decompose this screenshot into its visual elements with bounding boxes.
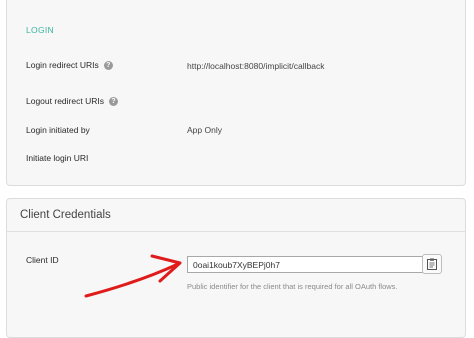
login-section-title: LOGIN — [26, 25, 54, 35]
login-panel: LOGIN Login redirect URIs ? http://local… — [6, 0, 466, 186]
login-initiated-by-value: App Only — [187, 125, 222, 135]
client-id-label: Client ID — [26, 255, 59, 265]
login-redirect-uris-text: Login redirect URIs — [26, 60, 99, 70]
login-redirect-uris-value: http://localhost:8080/implicit/callback — [187, 61, 325, 71]
help-icon[interactable]: ? — [103, 60, 113, 70]
initiate-login-uri-label: Initiate login URI — [26, 153, 88, 163]
clipboard-icon — [427, 258, 437, 270]
login-initiated-by-text: Login initiated by — [26, 125, 90, 135]
login-initiated-by-label: Login initiated by — [26, 125, 90, 135]
client-credentials-header: Client Credentials — [7, 199, 465, 232]
copy-client-id-button[interactable] — [422, 254, 442, 274]
client-credentials-panel: Client Credentials Client ID 0oai1koub7X… — [6, 198, 466, 338]
logout-redirect-uris-label: Logout redirect URIs ? — [26, 96, 118, 106]
logout-redirect-uris-text: Logout redirect URIs — [26, 96, 104, 106]
client-id-help-text: Public identifier for the client that is… — [187, 282, 398, 291]
client-credentials-title: Client Credentials — [20, 209, 111, 221]
login-redirect-uris-label: Login redirect URIs ? — [26, 60, 113, 70]
client-id-field[interactable]: 0oai1koub7XyBEPj0h7 — [187, 256, 425, 273]
help-icon[interactable]: ? — [108, 96, 118, 106]
initiate-login-uri-text: Initiate login URI — [26, 153, 89, 163]
